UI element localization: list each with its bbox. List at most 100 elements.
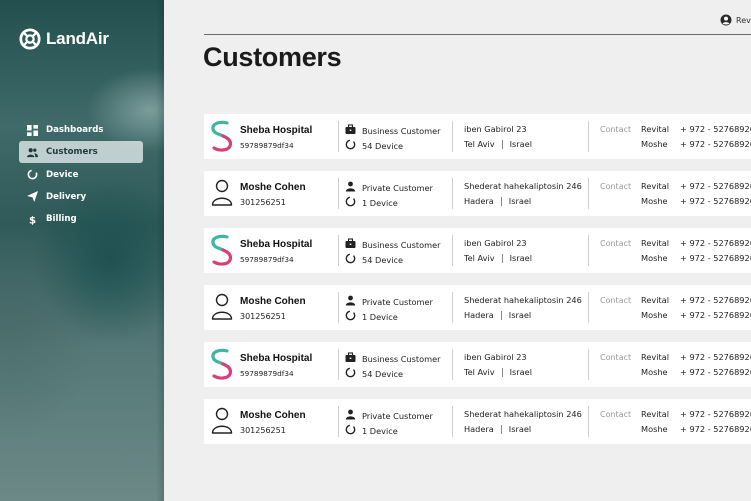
customer-row[interactable]: Moshe Cohen 301256251 Private Customer 1… [204, 285, 751, 330]
address-city: Hadera Israel [464, 424, 532, 434]
contact-label: Contact [600, 125, 632, 134]
customer-id: 301256251 [240, 312, 286, 321]
address-city: Hadera Israel [464, 196, 532, 206]
person-icon [345, 295, 356, 306]
address-street: Shederat hahekaliptosin 246 [464, 409, 582, 419]
sheba-logo-icon [211, 234, 233, 266]
sidebar-item-billing[interactable]: $ Billing [19, 208, 143, 230]
contact-name: Moshe [641, 367, 668, 377]
contact-name: Revital [641, 181, 669, 191]
column-divider [588, 349, 589, 380]
address-street: Shederat hahekaliptosin 246 [464, 295, 582, 305]
briefcase-icon [345, 352, 356, 362]
customer-type: Business Customer [345, 352, 440, 365]
customer-avatar [208, 119, 236, 153]
contact-phone[interactable]: + 972 - 52768926 [680, 238, 751, 248]
sidebar-item-label: Delivery [46, 191, 87, 202]
column-divider [588, 292, 589, 323]
contact-name: Moshe [641, 196, 668, 206]
customer-avatar [208, 233, 236, 267]
sidebar-item-device[interactable]: Device [19, 164, 143, 186]
customer-name[interactable]: Moshe Cohen [240, 182, 306, 193]
person-outline-icon [211, 407, 233, 434]
customer-name[interactable]: Sheba Hospital [240, 125, 312, 136]
customer-type: Private Customer [345, 295, 433, 308]
column-divider [452, 292, 453, 323]
customer-name[interactable]: Sheba Hospital [240, 353, 312, 364]
contact-label: Contact [600, 353, 632, 362]
customer-row[interactable]: Moshe Cohen 301256251 Private Customer 1… [204, 171, 751, 216]
customer-name[interactable]: Moshe Cohen [240, 410, 306, 421]
brand-name: LandAir [46, 29, 109, 48]
column-divider [452, 121, 453, 152]
contact-phone[interactable]: + 972 - 52768926 [680, 124, 751, 134]
contact-phone[interactable]: + 972 - 52768926 [680, 352, 751, 362]
device-count: 1 Device [345, 196, 398, 209]
contact-name: Revital [641, 409, 669, 419]
customer-name[interactable]: Moshe Cohen [240, 296, 306, 307]
column-divider [588, 178, 589, 209]
device-count-icon [345, 367, 356, 378]
column-divider [452, 235, 453, 266]
column-divider [588, 235, 589, 266]
customer-row[interactable]: Sheba Hospital 59789879df34 Business Cus… [204, 342, 751, 387]
device-icon [26, 169, 38, 181]
customer-avatar [208, 290, 236, 324]
sidebar-item-customers[interactable]: Customers [19, 141, 143, 164]
contact-name: Moshe [641, 310, 668, 320]
contact-phone[interactable]: + 972 - 52768926 [680, 196, 751, 206]
dollar-icon: $ [26, 213, 38, 225]
customer-avatar [208, 404, 236, 438]
lifebuoy-logo-icon [19, 28, 41, 50]
sheba-logo-icon [211, 120, 233, 152]
sidebar-item-label: Dashboards [46, 125, 104, 135]
contact-phone[interactable]: + 972 - 52768926 [680, 310, 751, 320]
device-count: 54 Device [345, 367, 403, 380]
column-divider [452, 406, 453, 437]
device-count: 54 Device [345, 253, 403, 266]
contact-phone[interactable]: + 972 - 52768926 [680, 181, 751, 191]
contact-name: Revital [641, 238, 669, 248]
contact-phone[interactable]: + 972 - 52768926 [680, 409, 751, 419]
brand-logo[interactable]: LandAir [19, 28, 109, 50]
customer-type: Private Customer [345, 409, 433, 422]
page-title: Customers [203, 42, 342, 72]
users-icon [26, 146, 38, 158]
device-count-icon [345, 139, 356, 150]
customer-row[interactable]: Sheba Hospital 59789879df34 Business Cus… [204, 114, 751, 159]
contact-name: Moshe [641, 139, 668, 149]
device-count-icon [345, 424, 356, 435]
customer-id: 59789879df34 [240, 255, 294, 264]
contact-phone[interactable]: + 972 - 52768926 [680, 367, 751, 377]
device-count-icon [345, 196, 356, 207]
briefcase-icon [345, 124, 356, 134]
svg-text:$: $ [28, 215, 35, 224]
address-street: Shederat hahekaliptosin 246 [464, 181, 582, 191]
customer-row[interactable]: Moshe Cohen 301256251 Private Customer 1… [204, 399, 751, 444]
sidebar-item-label: Billing [46, 214, 77, 225]
sheba-logo-icon [211, 348, 233, 380]
contact-phone[interactable]: + 972 - 52768926 [680, 139, 751, 149]
contact-phone[interactable]: + 972 - 52768926 [680, 424, 751, 434]
contact-phone[interactable]: + 972 - 52768926 [680, 295, 751, 305]
customer-list: Sheba Hospital 59789879df34 Business Cus… [204, 114, 751, 456]
user-menu[interactable]: Rev [720, 14, 751, 26]
sidebar-item-label: Customers [46, 147, 98, 158]
customer-id: 59789879df34 [240, 141, 294, 150]
column-divider [452, 178, 453, 209]
sidebar-item-label: Device [46, 169, 79, 180]
device-count: 54 Device [345, 139, 403, 152]
column-divider [338, 349, 339, 380]
sidebar-item-dashboards[interactable]: Dashboards [19, 119, 143, 141]
sidebar-item-delivery[interactable]: Delivery [19, 186, 143, 208]
customer-id: 301256251 [240, 426, 286, 435]
customer-name[interactable]: Sheba Hospital [240, 239, 312, 250]
column-divider [588, 406, 589, 437]
contact-name: Moshe [641, 253, 668, 263]
contact-phone[interactable]: + 972 - 52768926 [680, 253, 751, 263]
customer-row[interactable]: Sheba Hospital 59789879df34 Business Cus… [204, 228, 751, 273]
column-divider [338, 292, 339, 323]
account-circle-icon [720, 14, 732, 26]
user-name: Rev [736, 15, 751, 25]
contact-label: Contact [600, 239, 632, 248]
